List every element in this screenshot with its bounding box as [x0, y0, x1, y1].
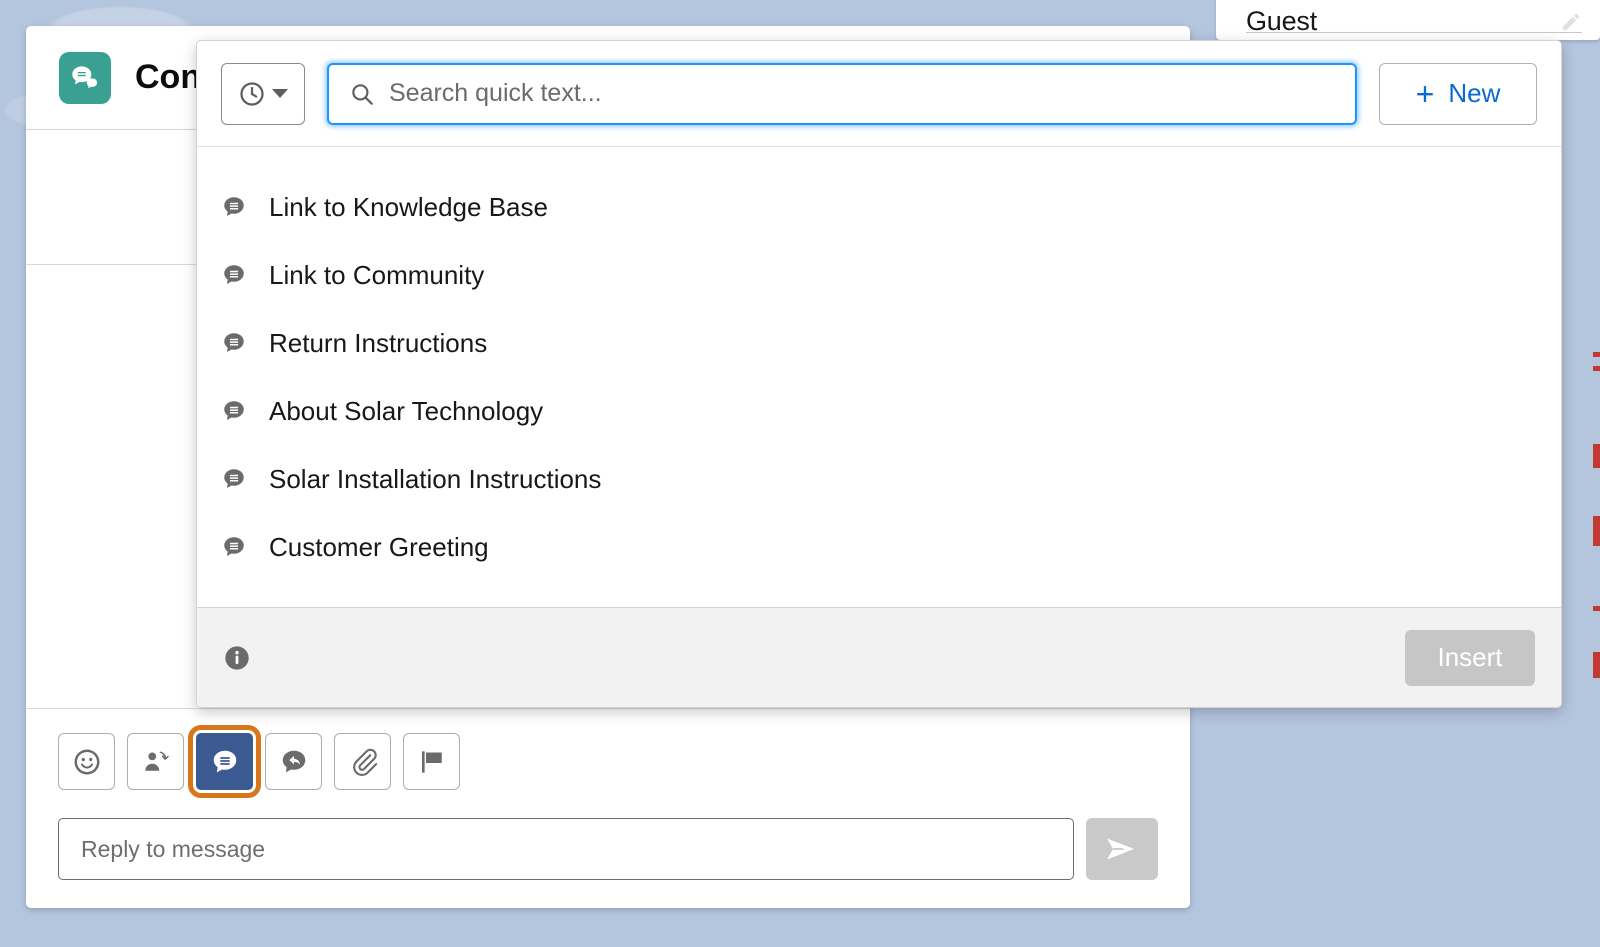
quick-text-bubble-icon: [224, 197, 244, 216]
search-icon: [352, 83, 373, 105]
chevron-down-icon: [272, 89, 288, 98]
message-composer: [26, 708, 1190, 908]
list-item-label: Link to Community: [269, 259, 485, 290]
quick-text-bubble-icon: [224, 333, 244, 352]
send-button[interactable]: [1086, 818, 1158, 880]
attach-button[interactable]: [334, 733, 391, 790]
clock-icon: [240, 81, 264, 106]
list-item-label: Solar Installation Instructions: [269, 463, 602, 494]
edge-fragment: [1593, 352, 1600, 357]
chat-bubbles-icon: [59, 51, 111, 104]
reply-button[interactable]: [265, 733, 322, 790]
guest-divider: [1246, 32, 1582, 33]
insert-button[interactable]: Insert: [1405, 629, 1535, 686]
list-item[interactable]: Link to Knowledge Base: [197, 173, 1561, 241]
transfer-button[interactable]: [127, 733, 184, 790]
flag-icon: [421, 750, 442, 773]
screen-root: Guest Conv Reply to message Search quick…: [0, 0, 1600, 947]
flag-button[interactable]: [403, 733, 460, 790]
list-item-label: Return Instructions: [269, 327, 488, 358]
edge-fragment: [1593, 606, 1600, 611]
new-quick-text-button[interactable]: + New: [1379, 62, 1537, 125]
quick-text-bubble-icon: [224, 469, 244, 488]
reply-input[interactable]: [58, 818, 1074, 880]
quick-text-header: + New: [197, 41, 1561, 147]
quick-text-list[interactable]: Link to Knowledge Base Link to Community…: [197, 147, 1561, 607]
quick-text-footer: Insert: [197, 607, 1561, 707]
plus-icon: +: [1415, 75, 1435, 112]
list-item-label: Link to Knowledge Base: [269, 191, 548, 222]
reply-row: [58, 818, 1158, 880]
chat-reply-icon: [282, 750, 305, 772]
list-item[interactable]: About Solar Technology: [197, 377, 1561, 445]
quick-text-bubble-icon: [224, 537, 244, 556]
info-circle-icon[interactable]: [223, 644, 251, 672]
list-item-label: About Solar Technology: [269, 395, 544, 426]
quick-text-history-button[interactable]: [221, 62, 305, 125]
list-item[interactable]: Solar Installation Instructions: [197, 445, 1561, 513]
paperclip-icon: [352, 748, 377, 776]
list-item[interactable]: Customer Greeting: [197, 513, 1561, 581]
list-item[interactable]: Return Instructions: [197, 309, 1561, 377]
quick-text-bubble-icon: [213, 750, 236, 772]
composer-toolbar: [58, 725, 1158, 798]
quick-text-button[interactable]: [188, 725, 261, 798]
emoji-button[interactable]: [58, 733, 115, 790]
person-transfer-icon: [144, 751, 169, 771]
new-button-label: New: [1448, 78, 1501, 108]
edge-fragment: [1593, 444, 1600, 468]
pencil-icon[interactable]: [1560, 11, 1582, 33]
edge-fragment: [1593, 516, 1600, 546]
quick-text-bubble-icon: [224, 401, 244, 420]
guest-panel: Guest: [1216, 0, 1600, 40]
list-item[interactable]: Link to Community: [197, 241, 1561, 309]
quick-text-popover: + New Link to Knowledge Base Link to Com…: [196, 40, 1562, 708]
edge-fragment: [1593, 366, 1600, 371]
quick-text-search-wrap: [327, 62, 1357, 125]
quick-text-bubble-icon: [224, 265, 244, 284]
smiley-icon: [74, 749, 99, 774]
edge-fragment: [1593, 652, 1600, 678]
search-input[interactable]: [375, 79, 1355, 108]
send-paper-plane-icon: [1107, 838, 1134, 860]
list-item-label: Customer Greeting: [269, 531, 489, 562]
